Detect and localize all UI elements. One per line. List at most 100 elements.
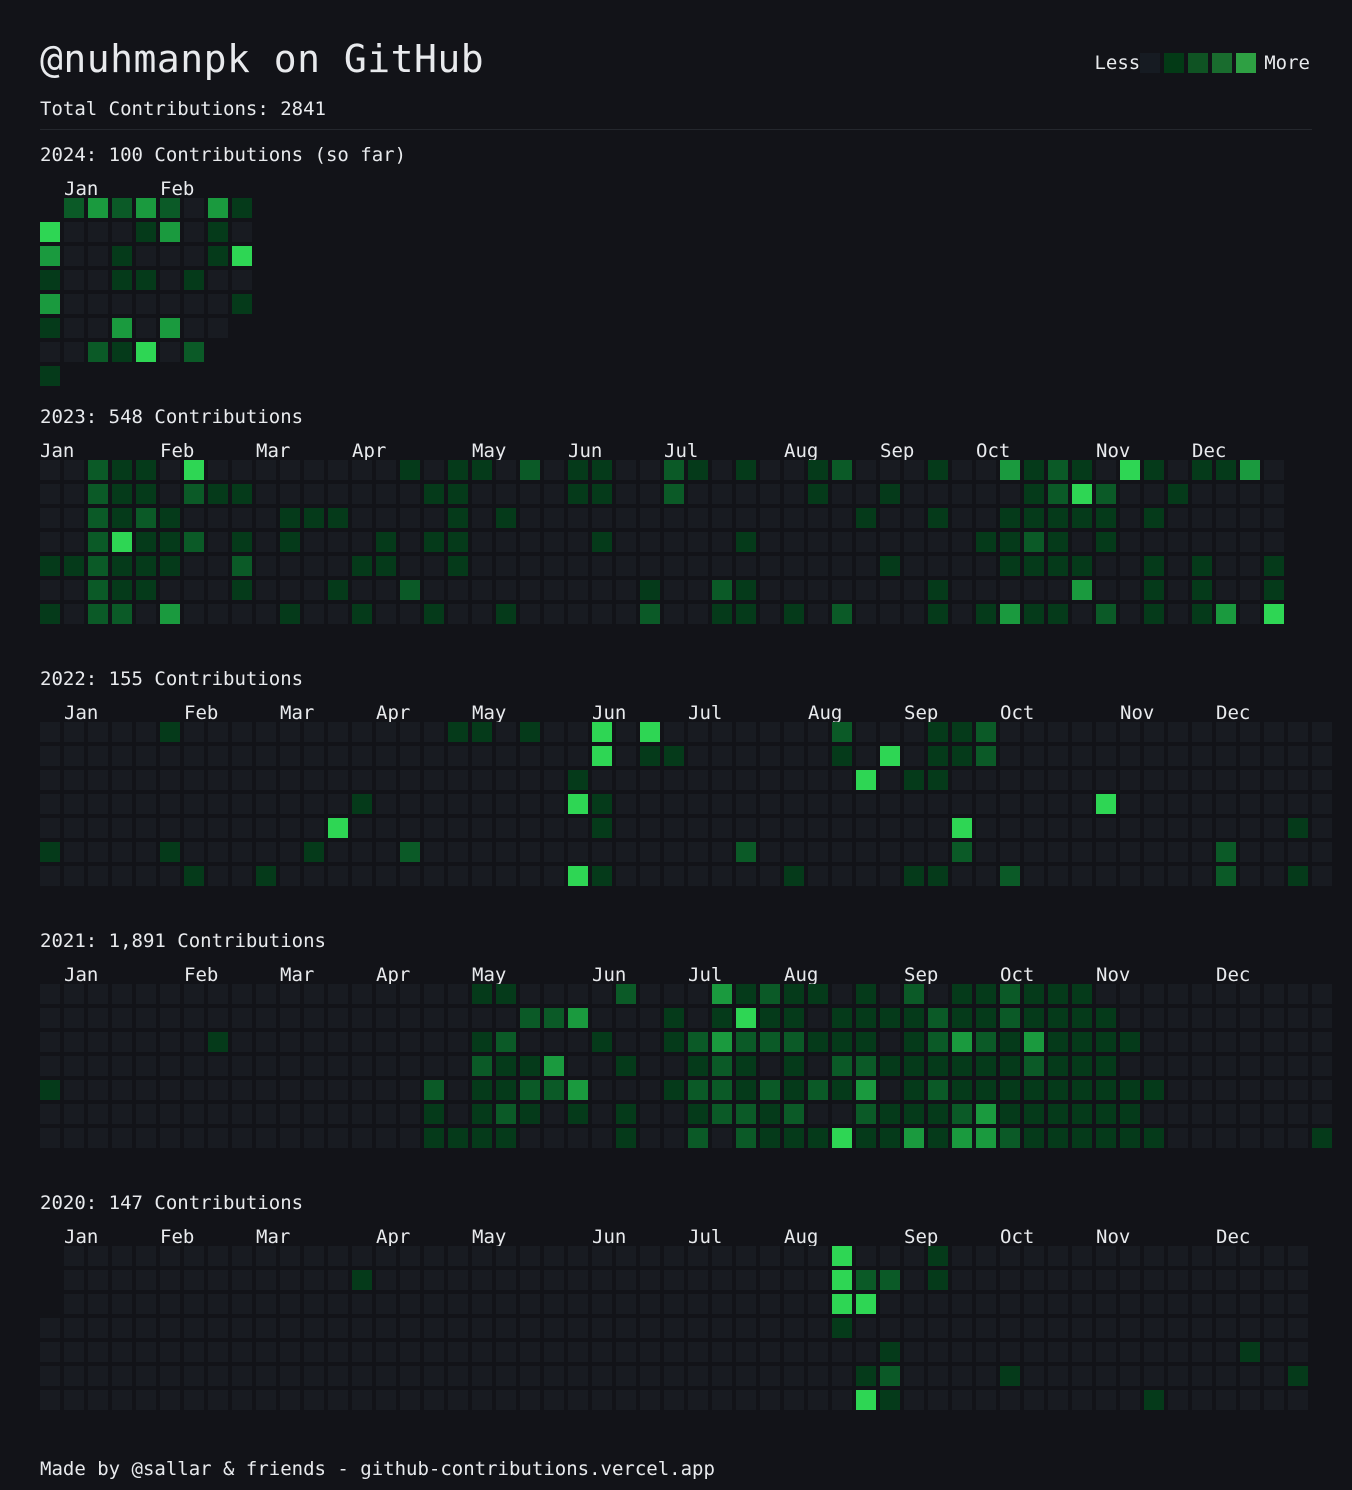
contribution-cell[interactable] [1120, 842, 1140, 862]
contribution-cell[interactable] [352, 984, 372, 1004]
contribution-cell[interactable] [1288, 1390, 1308, 1410]
contribution-cell[interactable] [256, 1294, 276, 1314]
contribution-cell[interactable] [904, 1318, 924, 1338]
contribution-cell[interactable] [136, 1318, 156, 1338]
contribution-cell[interactable] [760, 580, 780, 600]
contribution-cell[interactable] [448, 1008, 468, 1028]
contribution-cell[interactable] [136, 1008, 156, 1028]
contribution-cell[interactable] [376, 532, 396, 552]
contribution-cell[interactable] [472, 842, 492, 862]
contribution-cell[interactable] [112, 556, 132, 576]
contribution-cell[interactable] [136, 246, 156, 266]
contribution-cell[interactable] [1168, 1080, 1188, 1100]
contribution-cell[interactable] [40, 460, 60, 480]
contribution-cell[interactable] [448, 1246, 468, 1266]
contribution-cell[interactable] [160, 794, 180, 814]
contribution-cell[interactable] [232, 770, 252, 790]
contribution-cell[interactable] [1144, 984, 1164, 1004]
contribution-cell[interactable] [1264, 1128, 1284, 1148]
contribution-cell[interactable] [712, 1390, 732, 1410]
contribution-cell[interactable] [952, 794, 972, 814]
contribution-cell[interactable] [1288, 746, 1308, 766]
contribution-cell[interactable] [712, 1080, 732, 1100]
contribution-cell[interactable] [448, 604, 468, 624]
contribution-cell[interactable] [1048, 1128, 1068, 1148]
contribution-cell[interactable] [904, 1390, 924, 1410]
contribution-cell[interactable] [784, 1056, 804, 1076]
contribution-cell[interactable] [760, 746, 780, 766]
contribution-cell[interactable] [376, 1246, 396, 1266]
contribution-cell[interactable] [208, 1008, 228, 1028]
contribution-cell[interactable] [232, 580, 252, 600]
contribution-cell[interactable] [712, 1246, 732, 1266]
contribution-cell[interactable] [1240, 508, 1260, 528]
contribution-cell[interactable] [928, 746, 948, 766]
contribution-cell[interactable] [1120, 1390, 1140, 1410]
contribution-cell[interactable] [568, 1318, 588, 1338]
contribution-cell[interactable] [1312, 722, 1332, 742]
contribution-cell[interactable] [1024, 1294, 1044, 1314]
contribution-cell[interactable] [1120, 1270, 1140, 1290]
contribution-cell[interactable] [880, 1294, 900, 1314]
contribution-cell[interactable] [808, 1128, 828, 1148]
contribution-cell[interactable] [232, 246, 252, 266]
contribution-cell[interactable] [688, 842, 708, 862]
contribution-cell[interactable] [184, 794, 204, 814]
contribution-cell[interactable] [184, 294, 204, 314]
contribution-cell[interactable] [1240, 604, 1260, 624]
contribution-cell[interactable] [232, 1128, 252, 1148]
contribution-cell[interactable] [448, 1080, 468, 1100]
contribution-cell[interactable] [352, 842, 372, 862]
contribution-cell[interactable] [88, 1032, 108, 1052]
contribution-cell[interactable] [1192, 1056, 1212, 1076]
contribution-cell[interactable] [1120, 818, 1140, 838]
contribution-cell[interactable] [688, 794, 708, 814]
contribution-cell[interactable] [184, 222, 204, 242]
contribution-cell[interactable] [280, 1056, 300, 1076]
contribution-cell[interactable] [856, 1318, 876, 1338]
contribution-cell[interactable] [88, 984, 108, 1004]
contribution-cell[interactable] [928, 722, 948, 742]
contribution-cell[interactable] [1216, 1008, 1236, 1028]
contribution-cell[interactable] [1144, 818, 1164, 838]
contribution-cell[interactable] [424, 556, 444, 576]
contribution-cell[interactable] [304, 818, 324, 838]
contribution-cell[interactable] [88, 580, 108, 600]
contribution-cell[interactable] [856, 1390, 876, 1410]
contribution-cell[interactable] [136, 794, 156, 814]
contribution-cell[interactable] [544, 580, 564, 600]
contribution-cell[interactable] [376, 1128, 396, 1148]
contribution-cell[interactable] [616, 484, 636, 504]
contribution-cell[interactable] [184, 842, 204, 862]
contribution-cell[interactable] [400, 722, 420, 742]
contribution-cell[interactable] [496, 842, 516, 862]
contribution-cell[interactable] [1048, 484, 1068, 504]
contribution-cell[interactable] [232, 604, 252, 624]
contribution-cell[interactable] [856, 1008, 876, 1028]
contribution-cell[interactable] [88, 532, 108, 552]
contribution-cell[interactable] [712, 1366, 732, 1386]
contribution-cell[interactable] [1000, 1270, 1020, 1290]
contribution-cell[interactable] [952, 1294, 972, 1314]
contribution-cell[interactable] [448, 1270, 468, 1290]
contribution-cell[interactable] [688, 866, 708, 886]
contribution-cell[interactable] [160, 1246, 180, 1266]
contribution-cell[interactable] [232, 222, 252, 242]
contribution-cell[interactable] [376, 556, 396, 576]
contribution-cell[interactable] [88, 842, 108, 862]
contribution-cell[interactable] [1096, 746, 1116, 766]
contribution-cell[interactable] [136, 1104, 156, 1124]
contribution-cell[interactable] [256, 1056, 276, 1076]
contribution-cell[interactable] [1072, 1294, 1092, 1314]
contribution-cell[interactable] [1048, 508, 1068, 528]
contribution-cell[interactable] [496, 580, 516, 600]
contribution-cell[interactable] [520, 1032, 540, 1052]
contribution-cell[interactable] [64, 1246, 84, 1266]
contribution-cell[interactable] [1024, 484, 1044, 504]
contribution-cell[interactable] [208, 1366, 228, 1386]
contribution-cell[interactable] [376, 1056, 396, 1076]
contribution-cell[interactable] [952, 1104, 972, 1124]
contribution-cell[interactable] [1288, 842, 1308, 862]
contribution-cell[interactable] [1048, 1318, 1068, 1338]
contribution-cell[interactable] [1120, 556, 1140, 576]
